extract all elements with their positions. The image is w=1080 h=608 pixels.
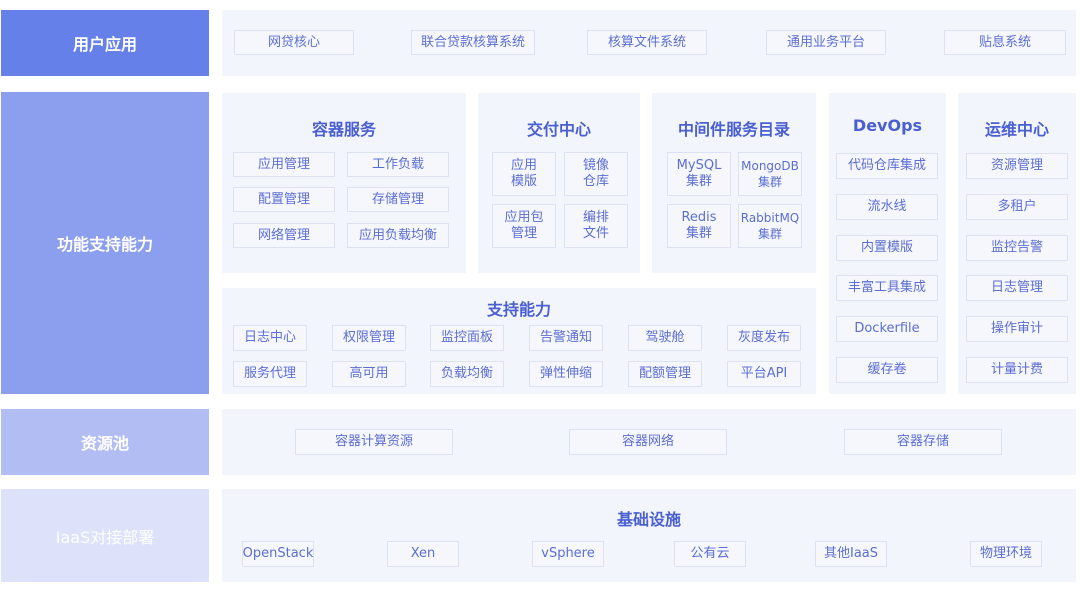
- support-item[interactable]: 灰度发布: [727, 325, 801, 351]
- support-item[interactable]: 服务代理: [233, 361, 307, 387]
- user-app-item[interactable]: 通用业务平台: [766, 30, 886, 55]
- container-service-title: 容器服务: [311, 120, 376, 139]
- delivery-center-item[interactable]: 编排 文件: [564, 204, 628, 248]
- ops-center-title: 运维中心: [984, 120, 1049, 139]
- support-capability-title: 支持能力: [486, 300, 551, 319]
- resource-pool-item[interactable]: 容器存储: [844, 429, 1002, 455]
- resource-pool-item[interactable]: 容器计算资源: [295, 429, 453, 455]
- iaas-item[interactable]: 公有云: [674, 541, 746, 567]
- middleware-item[interactable]: MongoDB 集群: [738, 152, 802, 196]
- iaas-item[interactable]: OpenStack: [242, 541, 314, 567]
- devops-item[interactable]: 丰富工具集成: [836, 275, 938, 301]
- layer-label-text: IaaS对接部署: [55, 527, 155, 547]
- iaas-panel: [222, 489, 1076, 582]
- container-service-item[interactable]: 应用管理: [233, 152, 335, 177]
- middleware-catalog-title: 中间件服务目录: [677, 120, 790, 139]
- middleware-item[interactable]: RabbitMQ 集群: [738, 204, 802, 248]
- container-service-item[interactable]: 存储管理: [347, 187, 449, 212]
- container-service-item[interactable]: 配置管理: [233, 187, 335, 212]
- devops-title: DevOps: [852, 116, 923, 135]
- ops-center-item[interactable]: 多租户: [966, 194, 1068, 220]
- container-service-item[interactable]: 应用负载均衡: [347, 223, 449, 248]
- delivery-center-item[interactable]: 镜像 仓库: [564, 152, 628, 196]
- support-item[interactable]: 弹性伸缩: [529, 361, 603, 387]
- support-item[interactable]: 告警通知: [529, 325, 603, 351]
- middleware-item[interactable]: MySQL 集群: [667, 152, 731, 196]
- iaas-title: 基础设施: [616, 510, 681, 529]
- support-item[interactable]: 平台API: [727, 361, 801, 387]
- delivery-center-item[interactable]: 应用包 管理: [492, 204, 556, 248]
- layer-label-text: 功能支持能力: [56, 235, 153, 254]
- support-item[interactable]: 驾驶舱: [628, 325, 702, 351]
- layer-label-user-app: 用户应用: [1, 10, 209, 76]
- layer-label-function-support: 功能支持能力: [1, 92, 209, 394]
- resource-pool-item[interactable]: 容器网络: [569, 429, 727, 455]
- iaas-item[interactable]: Xen: [387, 541, 459, 567]
- ops-center-item[interactable]: 操作审计: [966, 316, 1068, 342]
- support-item[interactable]: 日志中心: [233, 325, 307, 351]
- user-app-item[interactable]: 核算文件系统: [587, 30, 707, 55]
- layer-label-resource-pool: 资源池: [1, 409, 209, 475]
- user-app-item[interactable]: 网贷核心: [234, 30, 354, 55]
- support-item[interactable]: 高可用: [332, 361, 406, 387]
- user-app-item[interactable]: 联合贷款核算系统: [411, 30, 535, 55]
- devops-item[interactable]: 流水线: [836, 194, 938, 220]
- devops-item[interactable]: Dockerfile: [836, 316, 938, 342]
- devops-item[interactable]: 内置模版: [836, 235, 938, 261]
- iaas-item[interactable]: 其他IaaS: [815, 541, 887, 567]
- ops-center-item[interactable]: 计量计费: [966, 357, 1068, 383]
- delivery-center-title: 交付中心: [526, 120, 591, 139]
- delivery-center-item[interactable]: 应用 模版: [492, 152, 556, 196]
- container-service-item[interactable]: 工作负载: [347, 152, 449, 177]
- iaas-item[interactable]: vSphere: [532, 541, 604, 567]
- user-app-item[interactable]: 贴息系统: [944, 30, 1066, 55]
- support-item[interactable]: 配额管理: [628, 361, 702, 387]
- container-service-item[interactable]: 网络管理: [233, 223, 335, 248]
- iaas-item[interactable]: 物理环境: [970, 541, 1042, 567]
- devops-item[interactable]: 缓存卷: [836, 357, 938, 383]
- ops-center-item[interactable]: 监控告警: [966, 235, 1068, 261]
- devops-item[interactable]: 代码仓库集成: [836, 153, 938, 179]
- ops-center-item[interactable]: 日志管理: [966, 275, 1068, 301]
- ops-center-item[interactable]: 资源管理: [966, 153, 1068, 179]
- support-item[interactable]: 权限管理: [332, 325, 406, 351]
- middleware-item[interactable]: Redis 集群: [667, 204, 731, 248]
- layer-label-text: 资源池: [80, 434, 129, 453]
- support-item[interactable]: 负载均衡: [430, 361, 504, 387]
- layer-label-iaas: IaaS对接部署: [1, 489, 209, 582]
- support-item[interactable]: 监控面板: [430, 325, 504, 351]
- layer-label-text: 用户应用: [72, 35, 137, 54]
